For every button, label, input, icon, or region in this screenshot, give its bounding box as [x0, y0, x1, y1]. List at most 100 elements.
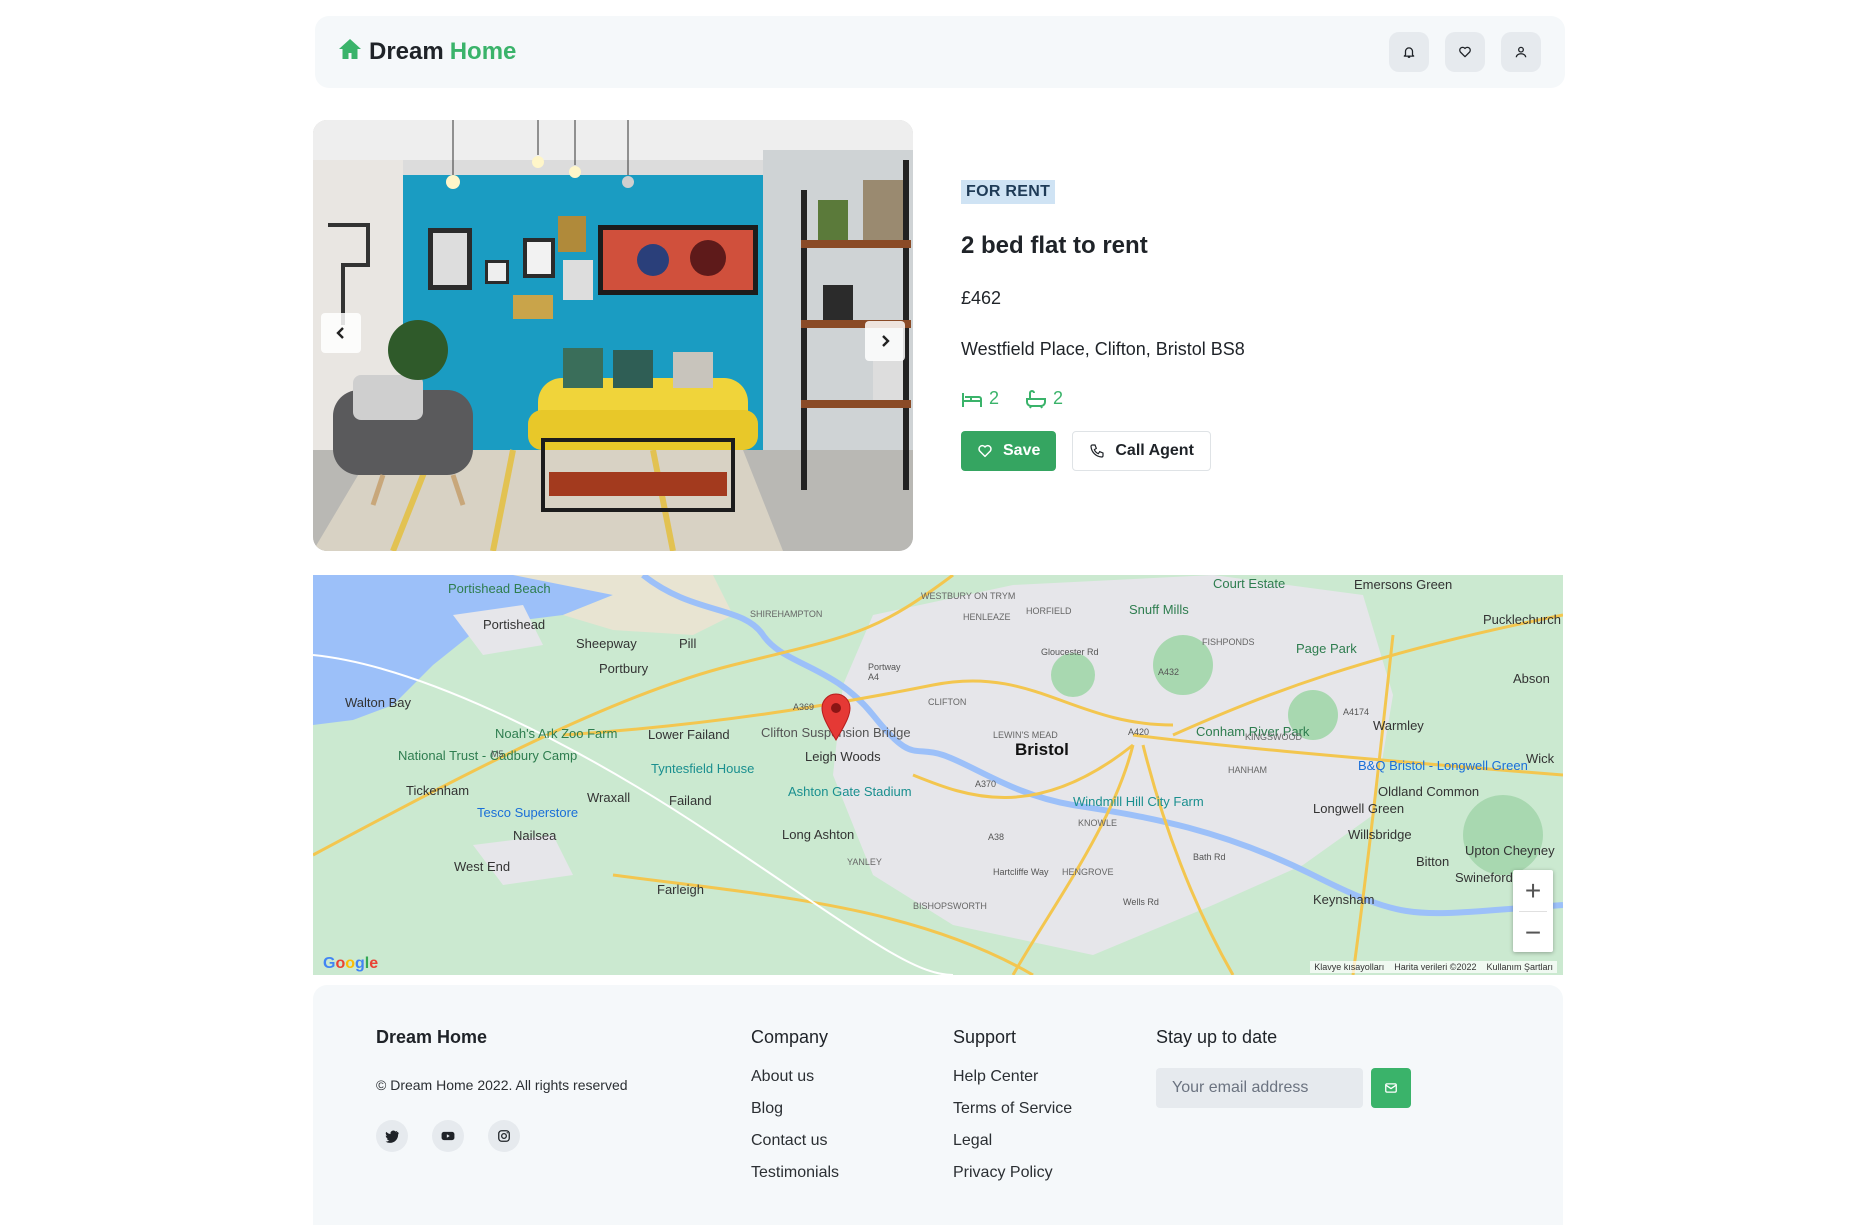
- map-place-label: Wick: [1526, 751, 1555, 766]
- map-place-label: M5: [491, 749, 504, 759]
- favorites-button[interactable]: [1445, 32, 1485, 72]
- map-data-credit: Harita verileri ©2022: [1394, 962, 1477, 972]
- footer-link-help-center[interactable]: Help Center: [953, 1068, 1072, 1100]
- listing-address: Westfield Place, Clifton, Bristol BS8: [961, 339, 1245, 359]
- map-canvas[interactable]: Portishead Beach Portishead Sheepway Pill Po…: [313, 575, 1563, 975]
- map-place-label: Pucklechurch: [1483, 612, 1561, 627]
- map-place-label: Warmley: [1373, 718, 1424, 733]
- map-place-label: Longwell Green: [1313, 801, 1404, 816]
- map-place-label: A370: [975, 779, 996, 789]
- notifications-button[interactable]: [1389, 32, 1429, 72]
- map-place-label: HORFIELD: [1026, 606, 1072, 616]
- save-label: Save: [1003, 442, 1041, 459]
- site-footer: Dream Home © Dream Home 2022. All rights…: [313, 985, 1563, 1225]
- map-place-label: Ashton Gate Stadium: [788, 784, 912, 799]
- heart-icon: [978, 444, 992, 458]
- footer-link-testimonials[interactable]: Testimonials: [751, 1164, 839, 1196]
- keyboard-shortcuts-link[interactable]: Klavye kısayolları: [1314, 962, 1384, 972]
- footer-link-privacy[interactable]: Privacy Policy: [953, 1164, 1072, 1196]
- map-place-label: Abson: [1513, 671, 1550, 686]
- account-button[interactable]: [1501, 32, 1541, 72]
- map-place-label: Wells Rd: [1123, 897, 1159, 907]
- map-place-label: FISHPONDS: [1202, 637, 1255, 647]
- map-place-label: Oldland Common: [1378, 784, 1479, 799]
- map-place-label: West End: [454, 859, 510, 874]
- map-place-label: Gloucester Rd: [1041, 647, 1099, 657]
- user-icon: [1515, 46, 1527, 58]
- map-place-label: Pill: [679, 636, 696, 651]
- map-place-label: A420: [1128, 727, 1149, 737]
- chevron-right-icon: [882, 335, 890, 347]
- map-place-label: KNOWLE: [1078, 818, 1117, 828]
- map-place-label: Tyntesfield House: [651, 761, 754, 776]
- map-place-label: Leigh Woods: [805, 749, 881, 764]
- map-place-label: Snuff Mills: [1129, 602, 1189, 617]
- listing-details: FOR RENT 2 bed flat to rent £462 Westfie…: [961, 180, 1541, 471]
- home-icon: [337, 37, 363, 68]
- bathrooms-count: 2: [1025, 388, 1063, 409]
- brand-word-home: Home: [449, 38, 517, 65]
- map-place-label: A4: [868, 672, 879, 682]
- phone-icon: [1090, 444, 1104, 458]
- newsletter-submit-button[interactable]: [1371, 1068, 1411, 1108]
- map-place-label: HANHAM: [1228, 765, 1267, 775]
- map-place-label: Sheepway: [576, 636, 637, 651]
- map-place-label: Court Estate: [1213, 576, 1285, 591]
- bath-icon: [1026, 389, 1047, 408]
- save-button[interactable]: Save: [961, 431, 1057, 471]
- zoom-in-button[interactable]: +: [1513, 870, 1553, 911]
- map-place-label: Nailsea: [513, 828, 557, 843]
- youtube-icon: [441, 1131, 455, 1141]
- top-navbar: Dream Home: [315, 16, 1565, 88]
- map-place-label: Hartcliffe Way: [993, 867, 1049, 877]
- previous-photo-button[interactable]: [321, 313, 361, 353]
- map-place-label: CLIFTON: [928, 697, 966, 707]
- map-place-label: HENLEAZE: [963, 612, 1011, 622]
- bedrooms-count: 2: [961, 388, 999, 409]
- youtube-link[interactable]: [432, 1120, 464, 1152]
- twitter-icon: [385, 1130, 399, 1143]
- map-place-label: A369: [793, 702, 814, 712]
- living-room-image: [313, 120, 913, 551]
- map-place-label: Portishead Beach: [448, 581, 551, 596]
- location-map[interactable]: Portishead Beach Portishead Sheepway Pill Po…: [313, 575, 1563, 975]
- map-place-label: Page Park: [1296, 641, 1357, 656]
- map-place-label: Farleigh: [657, 882, 704, 897]
- brand-logo[interactable]: Dream Home: [337, 37, 516, 68]
- footer-link-legal[interactable]: Legal: [953, 1132, 1072, 1164]
- bathrooms-value: 2: [1053, 388, 1064, 408]
- footer-link-about-us[interactable]: About us: [751, 1068, 839, 1100]
- call-agent-label: Call Agent: [1115, 442, 1194, 459]
- map-place-label: Bristol: [1015, 740, 1069, 759]
- map-place-label: Emersons Green: [1354, 577, 1452, 592]
- twitter-link[interactable]: [376, 1120, 408, 1152]
- map-zoom-control: + −: [1513, 870, 1553, 952]
- next-photo-button[interactable]: [865, 321, 905, 361]
- newsletter-email-input[interactable]: [1156, 1068, 1363, 1108]
- brand-word-dream: Dream: [369, 38, 444, 65]
- map-place-label: SHIREHAMPTON: [750, 609, 822, 619]
- map-place-label: Upton Cheyney: [1465, 843, 1555, 858]
- map-place-label: Portbury: [599, 661, 649, 676]
- footer-link-contact-us[interactable]: Contact us: [751, 1132, 839, 1164]
- map-place-label: Wraxall: [587, 790, 630, 805]
- map-place-label: National Trust - Cadbury Camp: [398, 748, 577, 763]
- map-place-label: Swineford: [1455, 870, 1513, 885]
- instagram-link[interactable]: [488, 1120, 520, 1152]
- call-agent-button[interactable]: Call Agent: [1072, 431, 1211, 471]
- footer-support-column: Support Help Center Terms of Service Leg…: [953, 1027, 1072, 1196]
- map-place-label: Walton Bay: [345, 695, 411, 710]
- map-place-label: BISHOPSWORTH: [913, 901, 987, 911]
- map-place-label: LEWIN'S MEAD: [993, 730, 1058, 740]
- map-place-label: Bath Rd: [1193, 852, 1226, 862]
- map-place-label: WESTBURY ON TRYM: [921, 591, 1015, 601]
- map-place-label: Failand: [669, 793, 712, 808]
- newsletter-heading: Stay up to date: [1156, 1027, 1278, 1047]
- map-place-label: Portway: [868, 662, 901, 672]
- zoom-out-button[interactable]: −: [1513, 912, 1553, 953]
- terms-of-use-link[interactable]: Kullanım Şartları: [1486, 962, 1553, 972]
- footer-link-terms[interactable]: Terms of Service: [953, 1100, 1072, 1132]
- footer-link-blog[interactable]: Blog: [751, 1100, 839, 1132]
- map-place-label: HENGROVE: [1062, 867, 1114, 877]
- property-photo: [313, 120, 913, 551]
